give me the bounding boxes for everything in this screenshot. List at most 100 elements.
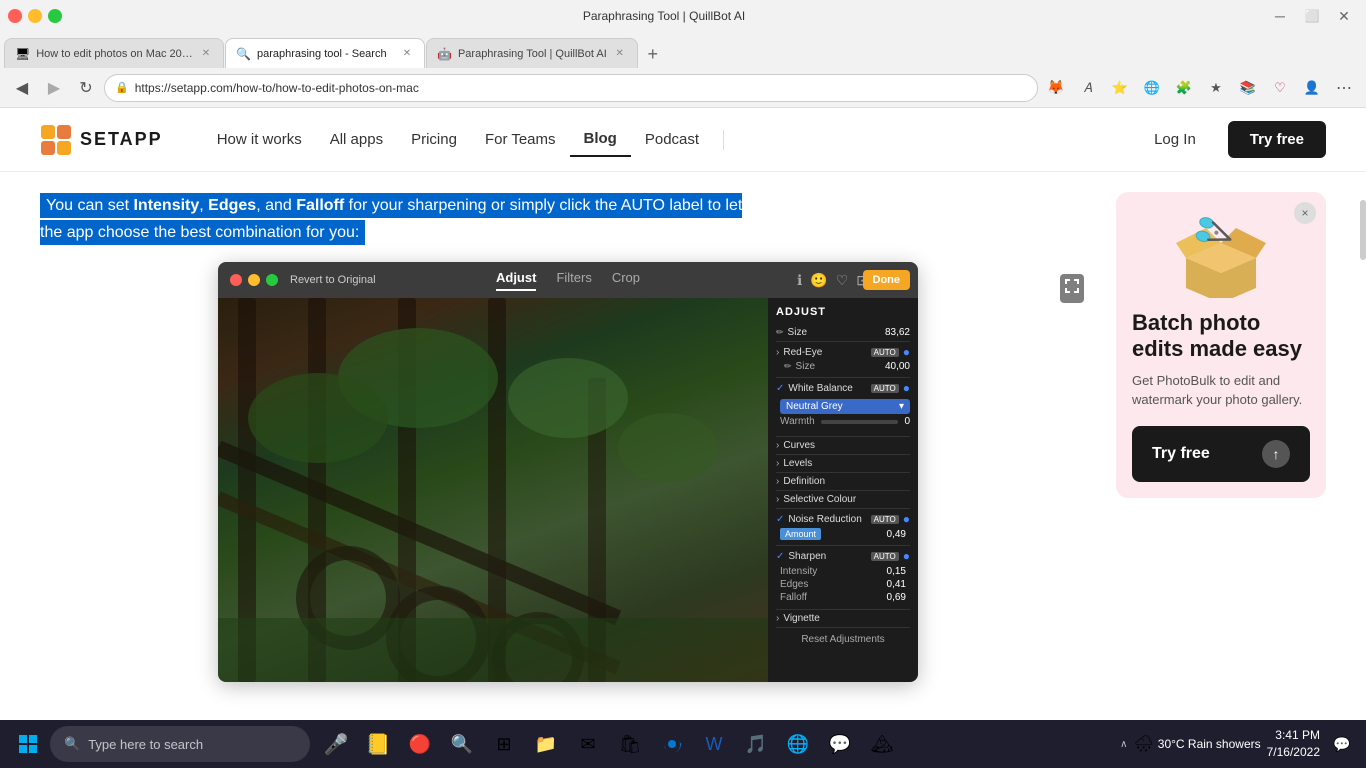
weather-icon: 🌧: [1133, 734, 1153, 754]
taskbar-icon-edge[interactable]: [652, 724, 692, 764]
screenshot-area: Revert to Original Adjust Filters Crop ℹ…: [40, 262, 1096, 682]
refresh-btn[interactable]: ↻: [72, 74, 100, 102]
taskbar-search[interactable]: 🔍 Type here to search: [50, 726, 310, 762]
adjust-sharpen-section: ✓ Sharpen AUTO ●: [776, 546, 910, 610]
adjust-curves-row: › Curves: [776, 437, 910, 455]
adjust-size-row: ✏ Size 83,62: [776, 324, 910, 342]
close-icon[interactable]: ✕: [1330, 2, 1358, 30]
mac-tab-crop[interactable]: Crop: [612, 270, 640, 291]
sidebar-cta-label: Try free: [1152, 445, 1210, 463]
taskbar-icon-whatsapp[interactable]: 💬: [820, 724, 860, 764]
logo-icon: [40, 124, 72, 156]
win-max-btn[interactable]: [48, 9, 62, 23]
browser-tab-1[interactable]: 🖥 How to edit photos on Mac 202... ✕: [4, 38, 224, 68]
scissors-box-icon: [1171, 208, 1271, 298]
nav-how-it-works[interactable]: How it works: [203, 123, 316, 156]
collections2-btn[interactable]: 📚: [1234, 74, 1262, 102]
mac-done-btn[interactable]: Done: [863, 270, 911, 290]
article-paragraph: You can set Intensity, Edges, and Fallof…: [40, 193, 742, 245]
taskbar-search-placeholder: Type here to search: [88, 737, 203, 752]
browser-tab-3[interactable]: 🤖 Paraphrasing Tool | QuillBot AI ✕: [426, 38, 638, 68]
taskbar-icon-photos[interactable]: 🏔: [862, 724, 902, 764]
notification-center-btn[interactable]: 💬: [1326, 728, 1358, 760]
log-in-btn[interactable]: Log In: [1134, 123, 1216, 156]
website-content: SETAPP How it works All apps Pricing For…: [0, 108, 1366, 720]
mac-min-dot[interactable]: [248, 274, 260, 286]
extensions2-btn[interactable]: 🧩: [1170, 74, 1198, 102]
sidebar-ad-close-btn[interactable]: ×: [1294, 202, 1316, 224]
window-title: Paraphrasing Tool | QuillBot AI: [583, 9, 745, 23]
add-tab-btn[interactable]: +: [639, 40, 667, 68]
collections-btn[interactable]: 🌐: [1138, 74, 1166, 102]
adjust-header: ADJUST: [776, 304, 910, 324]
scroll-indicator[interactable]: [1360, 200, 1366, 260]
menu-btn[interactable]: ⋯: [1330, 74, 1358, 102]
mac-tab-filters[interactable]: Filters: [556, 270, 591, 291]
search-icon: 🔍: [64, 736, 80, 752]
taskbar-icon-spotify[interactable]: 🎵: [736, 724, 776, 764]
nav-for-teams[interactable]: For Teams: [471, 123, 570, 156]
logo[interactable]: SETAPP: [40, 124, 163, 156]
tab2-close[interactable]: ✕: [400, 47, 414, 61]
tab3-favicon: 🤖: [437, 47, 452, 61]
taskbar-icon-store[interactable]: 🛍: [610, 724, 650, 764]
time-display: 3:41 PM: [1267, 727, 1320, 744]
tray-chevron[interactable]: ∧: [1120, 739, 1127, 750]
back-btn[interactable]: ◀: [8, 74, 36, 102]
restore-icon[interactable]: ⬜: [1298, 2, 1326, 30]
win-min-btn[interactable]: [28, 9, 42, 23]
logo-text: SETAPP: [80, 129, 163, 150]
mac-revert-label[interactable]: Revert to Original: [290, 274, 376, 286]
expand-icon[interactable]: [1060, 274, 1084, 303]
tab3-close[interactable]: ✕: [613, 47, 627, 61]
mac-tab-adjust[interactable]: Adjust: [496, 270, 536, 291]
forward-btn[interactable]: ▶: [40, 74, 68, 102]
minimize-icon[interactable]: ─: [1266, 2, 1294, 30]
photo-art: [218, 298, 768, 682]
nav-pricing[interactable]: Pricing: [397, 123, 471, 156]
taskbar-icon-sticky[interactable]: 📒: [358, 724, 398, 764]
tab1-close[interactable]: ✕: [199, 47, 213, 61]
sidebar-ad-description: Get PhotoBulk to edit and watermark your…: [1132, 371, 1310, 410]
health-btn[interactable]: ♡: [1266, 74, 1294, 102]
extensions-btn[interactable]: 🦊: [1042, 74, 1070, 102]
start-btn[interactable]: [8, 724, 48, 764]
taskbar: 🔍 Type here to search 🎤 📒 🔴 🔍 ⊞ 📁 ✉ 🛍 W …: [0, 720, 1366, 768]
taskbar-icon-tasks[interactable]: ⊞: [484, 724, 524, 764]
tab1-favicon: 🖥: [15, 47, 30, 61]
adjust-selective-row: › Selective Colour: [776, 491, 910, 509]
datetime-display[interactable]: 3:41 PM 7/16/2022: [1267, 727, 1320, 761]
taskbar-icon-search[interactable]: 🔍: [442, 724, 482, 764]
sidebar-ad-cta-btn[interactable]: Try free ↑: [1132, 426, 1310, 482]
nav-podcast[interactable]: Podcast: [631, 123, 713, 156]
nav-blog[interactable]: Blog: [570, 122, 631, 157]
mac-max-dot[interactable]: [266, 274, 278, 286]
taskbar-icon-mail[interactable]: ✉: [568, 724, 608, 764]
sidebar-ad: ×: [1116, 192, 1326, 498]
browser-tab-2[interactable]: 🔍 paraphrasing tool - Search ✕: [225, 38, 425, 68]
adjust-noise-section: ✓ Noise Reduction AUTO ●: [776, 509, 910, 546]
reset-adjustments-btn[interactable]: Reset Adjustments: [776, 628, 910, 651]
window-titlebar: Paraphrasing Tool | QuillBot AI ─ ⬜ ✕: [0, 0, 1366, 32]
adjust-vignette-row: › Vignette: [776, 610, 910, 628]
mac-content: ADJUST ✏ Size 83,62: [218, 298, 918, 682]
taskbar-icon-red[interactable]: 🔴: [400, 724, 440, 764]
taskbar-icon-cortana[interactable]: 🎤: [316, 724, 356, 764]
adjust-definition-row: › Definition: [776, 473, 910, 491]
profile-btn[interactable]: 👤: [1298, 74, 1326, 102]
try-free-btn[interactable]: Try free: [1228, 121, 1326, 158]
weather-text: 30°C Rain showers: [1158, 737, 1261, 751]
star-btn[interactable]: ⭐: [1106, 74, 1134, 102]
taskbar-icon-chrome[interactable]: 🌐: [778, 724, 818, 764]
nav-all-apps[interactable]: All apps: [316, 123, 397, 156]
favorites-btn[interactable]: ★: [1202, 74, 1230, 102]
taskbar-icon-word[interactable]: W: [694, 724, 734, 764]
taskbar-icon-folder[interactable]: 📁: [526, 724, 566, 764]
weather-widget[interactable]: 🌧 30°C Rain showers: [1133, 734, 1260, 754]
mac-close-dot[interactable]: [230, 274, 242, 286]
address-text: https://setapp.com/how-to/how-to-edit-ph…: [135, 81, 419, 95]
reader-btn[interactable]: 𝐴: [1074, 74, 1102, 102]
win-close-btn[interactable]: [8, 9, 22, 23]
address-bar[interactable]: 🔒 https://setapp.com/how-to/how-to-edit-…: [104, 74, 1038, 102]
header-actions: Log In Try free: [1134, 121, 1326, 158]
